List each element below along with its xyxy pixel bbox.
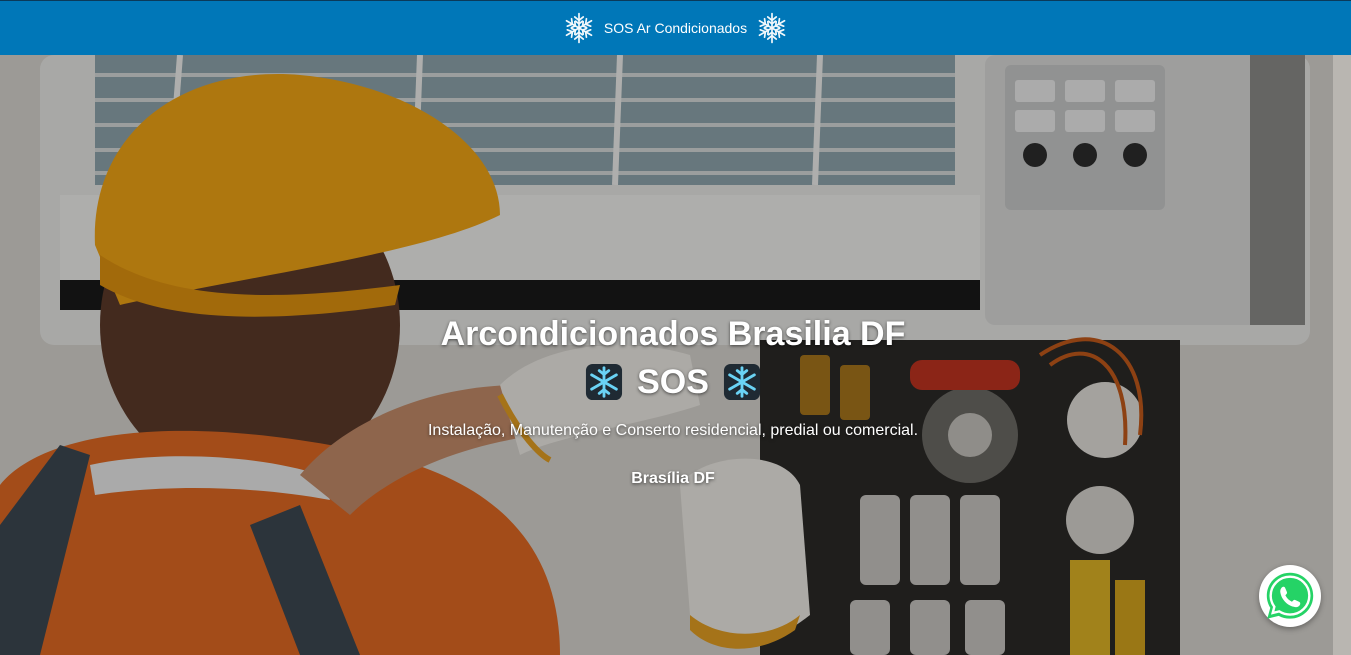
hero-sos-heading: SOS <box>0 361 1333 403</box>
snowflake-icon <box>758 12 786 44</box>
hero-description: Instalação, Manutenção e Conserto reside… <box>427 422 919 439</box>
page-scrollbar[interactable] <box>1333 55 1351 655</box>
sos-label: SOS <box>637 363 709 401</box>
brand-name[interactable]: SOS Ar Condicionados <box>604 20 747 36</box>
snowflake-icon <box>565 12 593 44</box>
whatsapp-button[interactable] <box>1259 565 1321 627</box>
whatsapp-icon <box>1266 572 1314 619</box>
snowflake-emoji-icon <box>586 363 623 401</box>
snowflake-emoji-icon <box>723 363 760 401</box>
hero-location: Brasília DF <box>631 470 715 487</box>
hero-title: Arcondicionados Brasilia DF <box>440 315 906 353</box>
hero-content: Arcondicionados Brasilia DF SOS Instalaç… <box>0 55 1333 655</box>
site-header: SOS Ar Condicionados <box>0 0 1351 55</box>
hero-section: Arcondicionados Brasilia DF SOS Instalaç… <box>0 55 1333 655</box>
